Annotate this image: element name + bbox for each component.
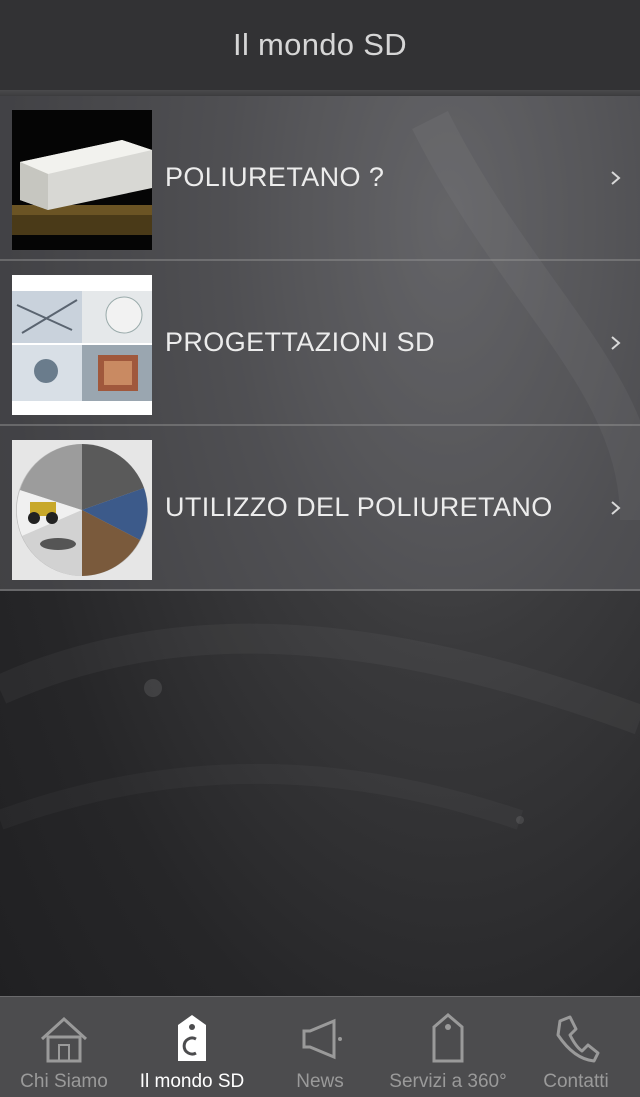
- tab-servizi[interactable]: Servizi a 360°: [384, 997, 512, 1097]
- tab-chi-siamo[interactable]: Chi Siamo: [0, 997, 128, 1097]
- phone-icon: [548, 1011, 604, 1067]
- chevron-right-icon: [611, 500, 621, 515]
- tab-label: News: [296, 1071, 344, 1092]
- tab-label: Contatti: [543, 1071, 609, 1092]
- tab-label: Chi Siamo: [20, 1071, 108, 1092]
- list-item-progettazioni[interactable]: PROGETTAZIONI SD: [0, 261, 640, 426]
- tab-news[interactable]: News: [256, 997, 384, 1097]
- tab-il-mondo-sd[interactable]: Il mondo SD: [128, 997, 256, 1097]
- tag-outline-icon: [420, 1011, 476, 1067]
- chevron-right-icon: [611, 170, 621, 185]
- home-icon: [36, 1011, 92, 1067]
- tab-label: Servizi a 360°: [389, 1071, 507, 1092]
- tag-icon: [164, 1011, 220, 1067]
- design-collage-image: [12, 275, 152, 415]
- megaphone-icon: [292, 1011, 348, 1067]
- list-item-label: PROGETTAZIONI SD: [165, 327, 435, 357]
- menu-list: POLIURETANO ? PROGETTAZIONI SD UTILIZZO …: [0, 96, 640, 591]
- list-item-label: UTILIZZO DEL POLIURETANO: [165, 492, 553, 522]
- applications-collage-image: [12, 440, 152, 580]
- tab-label: Il mondo SD: [139, 1071, 245, 1092]
- list-item-label: POLIURETANO ?: [165, 162, 385, 192]
- list-item-utilizzo[interactable]: UTILIZZO DEL POLIURETANO: [0, 426, 640, 591]
- foam-block-image: [12, 110, 152, 250]
- chevron-right-icon: [611, 335, 621, 350]
- tab-contatti[interactable]: Contatti: [512, 997, 640, 1097]
- navigation-bar: Il mondo SD: [0, 0, 640, 91]
- list-item-poliuretano[interactable]: POLIURETANO ?: [0, 96, 640, 261]
- page-title: Il mondo SD: [233, 27, 407, 62]
- tab-bar: Chi Siamo Il mondo SD News Servizi a 360…: [0, 996, 640, 1097]
